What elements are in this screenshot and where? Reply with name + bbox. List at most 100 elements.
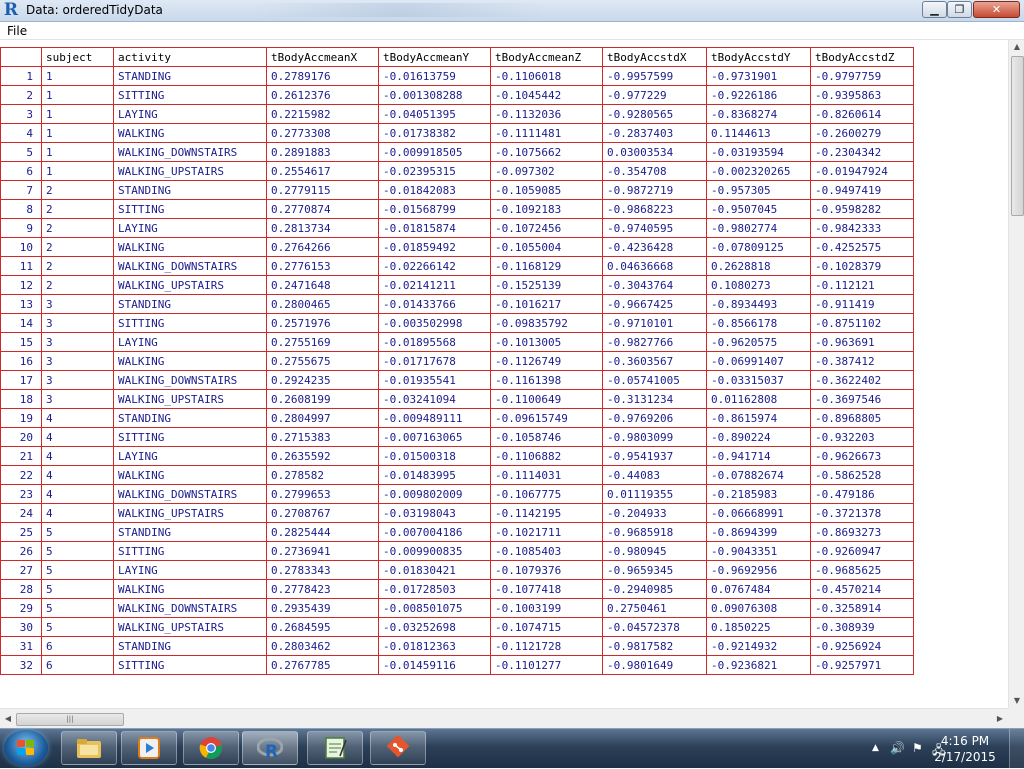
- cell-subject[interactable]: 1: [41, 66, 114, 86]
- scroll-right-arrow-icon[interactable]: ▶: [992, 712, 1008, 726]
- cell-activity[interactable]: WALKING_UPSTAIRS: [113, 275, 267, 295]
- cell-activity[interactable]: WALKING_DOWNSTAIRS: [113, 484, 267, 504]
- cell-tbodyaccmeany[interactable]: -0.01613759: [378, 66, 491, 86]
- cell-tbodyaccmeanx[interactable]: 0.2755675: [266, 351, 379, 371]
- cell-tbodyaccmeany[interactable]: -0.01500318: [378, 446, 491, 466]
- cell-tbodyaccmeanz[interactable]: -0.1074715: [490, 617, 603, 637]
- cell-tbodyaccmeanx[interactable]: 0.2770874: [266, 199, 379, 219]
- cell-tbodyaccmeanz[interactable]: -0.09615749: [490, 408, 603, 428]
- cell-tbodyaccstdx[interactable]: -0.3043764: [602, 275, 707, 295]
- cell-tbodyaccstdx[interactable]: -0.04572378: [602, 617, 707, 637]
- cell-tbodyaccmeany[interactable]: -0.001308288: [378, 85, 491, 105]
- cell-tbodyaccmeanz[interactable]: -0.1045442: [490, 85, 603, 105]
- row-number[interactable]: 24: [0, 503, 42, 523]
- cell-tbodyaccmeany[interactable]: -0.03241094: [378, 389, 491, 409]
- column-header-tbodyaccstdx[interactable]: tBodyAccstdX: [602, 47, 707, 67]
- cell-subject[interactable]: 5: [41, 522, 114, 542]
- cell-subject[interactable]: 4: [41, 503, 114, 523]
- cell-activity[interactable]: STANDING: [113, 294, 267, 314]
- row-number[interactable]: 9: [0, 218, 42, 238]
- cell-tbodyaccmeanx[interactable]: 0.2571976: [266, 313, 379, 333]
- cell-tbodyaccstdz[interactable]: -0.5862528: [810, 465, 914, 485]
- cell-subject[interactable]: 1: [41, 104, 114, 124]
- cell-subject[interactable]: 5: [41, 598, 114, 618]
- cell-tbodyaccstdz[interactable]: -0.9797759: [810, 66, 914, 86]
- cell-tbodyaccstdz[interactable]: -0.2304342: [810, 142, 914, 162]
- cell-tbodyaccstdx[interactable]: -0.2837403: [602, 123, 707, 143]
- cell-tbodyaccmeanz[interactable]: -0.1085403: [490, 541, 603, 561]
- cell-tbodyaccstdz[interactable]: -0.9842333: [810, 218, 914, 238]
- cell-activity[interactable]: STANDING: [113, 408, 267, 428]
- row-number[interactable]: 1: [0, 66, 42, 86]
- cell-tbodyaccmeany[interactable]: -0.01433766: [378, 294, 491, 314]
- cell-activity[interactable]: STANDING: [113, 522, 267, 542]
- cell-tbodyaccmeanx[interactable]: 0.2803462: [266, 636, 379, 656]
- column-header-tbodyaccmeany[interactable]: tBodyAccmeanY: [378, 47, 491, 67]
- cell-tbodyaccmeanz[interactable]: -0.1168129: [490, 256, 603, 276]
- cell-tbodyaccmeany[interactable]: -0.03198043: [378, 503, 491, 523]
- taskbar-media-player[interactable]: [121, 731, 177, 765]
- cell-tbodyaccmeany[interactable]: -0.03252698: [378, 617, 491, 637]
- cell-tbodyaccmeanz[interactable]: -0.1132036: [490, 104, 603, 124]
- cell-tbodyaccmeanz[interactable]: -0.1100649: [490, 389, 603, 409]
- cell-tbodyaccstdx[interactable]: -0.9803099: [602, 427, 707, 447]
- cell-activity[interactable]: STANDING: [113, 636, 267, 656]
- cell-tbodyaccstdx[interactable]: -0.3603567: [602, 351, 707, 371]
- cell-tbodyaccstdz[interactable]: -0.1028379: [810, 256, 914, 276]
- cell-tbodyaccstdy[interactable]: 0.2628818: [706, 256, 811, 276]
- cell-tbodyaccstdx[interactable]: 0.2750461: [602, 598, 707, 618]
- cell-tbodyaccstdz[interactable]: -0.4252575: [810, 237, 914, 257]
- cell-tbodyaccmeanz[interactable]: -0.1055004: [490, 237, 603, 257]
- cell-tbodyaccmeany[interactable]: -0.04051395: [378, 104, 491, 124]
- cell-tbodyaccmeany[interactable]: -0.01842083: [378, 180, 491, 200]
- cell-tbodyaccmeany[interactable]: -0.01483995: [378, 465, 491, 485]
- cell-tbodyaccstdx[interactable]: -0.4236428: [602, 237, 707, 257]
- cell-tbodyaccstdz[interactable]: -0.9497419: [810, 180, 914, 200]
- cell-tbodyaccmeanz[interactable]: -0.1106882: [490, 446, 603, 466]
- scroll-left-arrow-icon[interactable]: ◀: [0, 712, 16, 726]
- cell-subject[interactable]: 5: [41, 617, 114, 637]
- cell-tbodyaccstdx[interactable]: -0.9868223: [602, 199, 707, 219]
- cell-activity[interactable]: SITTING: [113, 85, 267, 105]
- cell-subject[interactable]: 3: [41, 313, 114, 333]
- row-number[interactable]: 7: [0, 180, 42, 200]
- cell-activity[interactable]: WALKING: [113, 465, 267, 485]
- taskbar-explorer[interactable]: [61, 731, 117, 765]
- cell-tbodyaccmeanz[interactable]: -0.1525139: [490, 275, 603, 295]
- cell-activity[interactable]: STANDING: [113, 180, 267, 200]
- row-number[interactable]: 13: [0, 294, 42, 314]
- row-number[interactable]: 32: [0, 655, 42, 675]
- start-button[interactable]: [4, 730, 48, 766]
- cell-tbodyaccstdz[interactable]: -0.3721378: [810, 503, 914, 523]
- cell-subject[interactable]: 1: [41, 85, 114, 105]
- cell-tbodyaccstdy[interactable]: -0.9226186: [706, 85, 811, 105]
- cell-tbodyaccmeanz[interactable]: -0.1058746: [490, 427, 603, 447]
- cell-tbodyaccmeany[interactable]: -0.009918505: [378, 142, 491, 162]
- cell-activity[interactable]: WALKING_UPSTAIRS: [113, 389, 267, 409]
- cell-subject[interactable]: 5: [41, 541, 114, 561]
- cell-tbodyaccmeanz[interactable]: -0.1079376: [490, 560, 603, 580]
- cell-tbodyaccmeany[interactable]: -0.02266142: [378, 256, 491, 276]
- cell-tbodyaccstdy[interactable]: -0.941714: [706, 446, 811, 466]
- cell-tbodyaccstdz[interactable]: -0.4570214: [810, 579, 914, 599]
- row-number[interactable]: 3: [0, 104, 42, 124]
- cell-tbodyaccstdx[interactable]: -0.354708: [602, 161, 707, 181]
- show-desktop-button[interactable]: [1009, 729, 1024, 769]
- cell-subject[interactable]: 1: [41, 161, 114, 181]
- cell-tbodyaccstdz[interactable]: -0.3697546: [810, 389, 914, 409]
- cell-tbodyaccmeany[interactable]: -0.02141211: [378, 275, 491, 295]
- cell-tbodyaccstdx[interactable]: 0.03003534: [602, 142, 707, 162]
- action-center-flag-icon[interactable]: ⚑: [912, 741, 923, 755]
- taskbar-r-console[interactable]: R: [242, 731, 298, 765]
- cell-tbodyaccmeany[interactable]: -0.01459116: [378, 655, 491, 675]
- cell-tbodyaccstdy[interactable]: -0.9214932: [706, 636, 811, 656]
- cell-activity[interactable]: LAYING: [113, 104, 267, 124]
- column-header-activity[interactable]: activity: [113, 47, 267, 67]
- cell-tbodyaccmeanx[interactable]: 0.2755169: [266, 332, 379, 352]
- cell-tbodyaccstdz[interactable]: -0.9598282: [810, 199, 914, 219]
- row-number[interactable]: 11: [0, 256, 42, 276]
- cell-tbodyaccstdx[interactable]: -0.977229: [602, 85, 707, 105]
- cell-tbodyaccmeanz[interactable]: -0.1016217: [490, 294, 603, 314]
- cell-tbodyaccmeany[interactable]: -0.007163065: [378, 427, 491, 447]
- cell-tbodyaccmeanx[interactable]: 0.2778423: [266, 579, 379, 599]
